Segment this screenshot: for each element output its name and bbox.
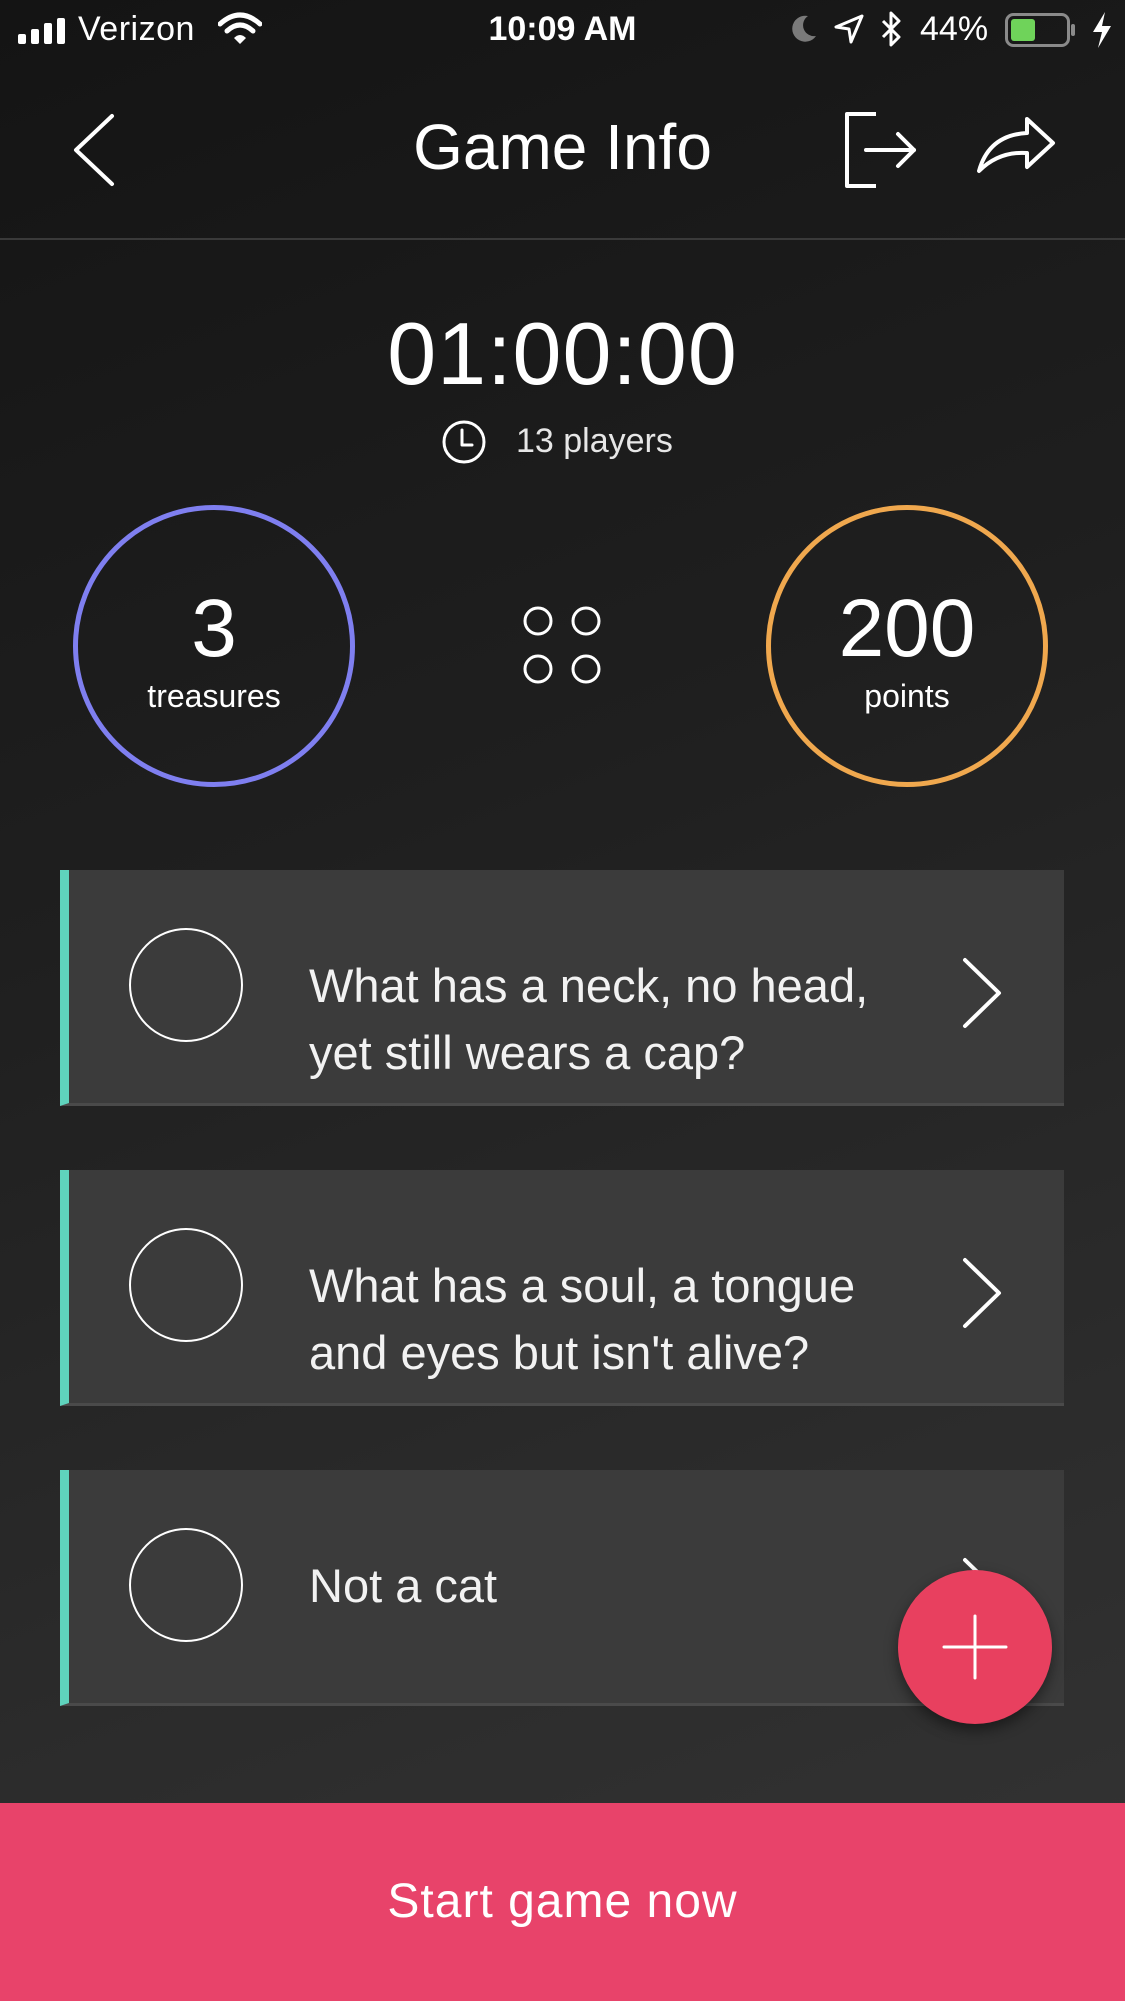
riddle-checkbox[interactable] [129, 928, 243, 1042]
points-stat: 200 points [766, 505, 1048, 787]
status-bar: Verizon 10:09 AM 44% [0, 0, 1125, 60]
riddle-text: Not a cat [309, 1559, 498, 1612]
players-row: 13 players [0, 418, 1125, 468]
riddle-text-line-2: and eyes but isn't alive? [309, 1326, 810, 1379]
nav-bar: Game Info [0, 60, 1125, 240]
treasures-label: treasures [147, 678, 281, 714]
bluetooth-icon [881, 11, 901, 47]
riddle-text-line-1: What has a soul, a tongue [309, 1259, 856, 1312]
page-title: Game Info [413, 111, 712, 183]
battery-icon [1005, 13, 1075, 47]
moon-icon [792, 15, 816, 42]
riddle-text-line-1: What has a neck, no head, [309, 959, 869, 1012]
start-game-button[interactable]: Start game now [0, 1803, 1125, 2001]
treasures-stat: 3 treasures [73, 505, 355, 787]
riddle-text-line-2: yet still wears a cap? [309, 1026, 746, 1079]
points-label: points [864, 678, 950, 714]
riddle-checkbox[interactable] [129, 1528, 243, 1642]
treasures-count: 3 [191, 583, 237, 674]
chevron-right-icon [963, 1258, 1001, 1328]
charging-bolt-icon [1093, 12, 1111, 48]
game-timer: 01:00:00 [387, 304, 738, 403]
battery-percent: 44% [920, 10, 989, 48]
riddle-item-1[interactable]: What has a neck, no head, yet still wear… [60, 870, 1064, 1106]
share-arrow-icon[interactable] [975, 115, 1057, 181]
players-grid-icon[interactable] [520, 603, 604, 687]
clock-icon [442, 420, 486, 464]
exit-icon[interactable] [840, 108, 920, 192]
riddle-checkbox[interactable] [129, 1228, 243, 1342]
location-arrow-icon [834, 14, 864, 44]
points-count: 200 [838, 583, 976, 674]
add-riddle-button[interactable] [898, 1570, 1052, 1724]
riddle-item-2[interactable]: What has a soul, a tongue and eyes but i… [60, 1170, 1064, 1406]
plus-icon [942, 1614, 1008, 1680]
players-count: 13 players [516, 422, 673, 460]
chevron-right-icon [963, 958, 1001, 1028]
